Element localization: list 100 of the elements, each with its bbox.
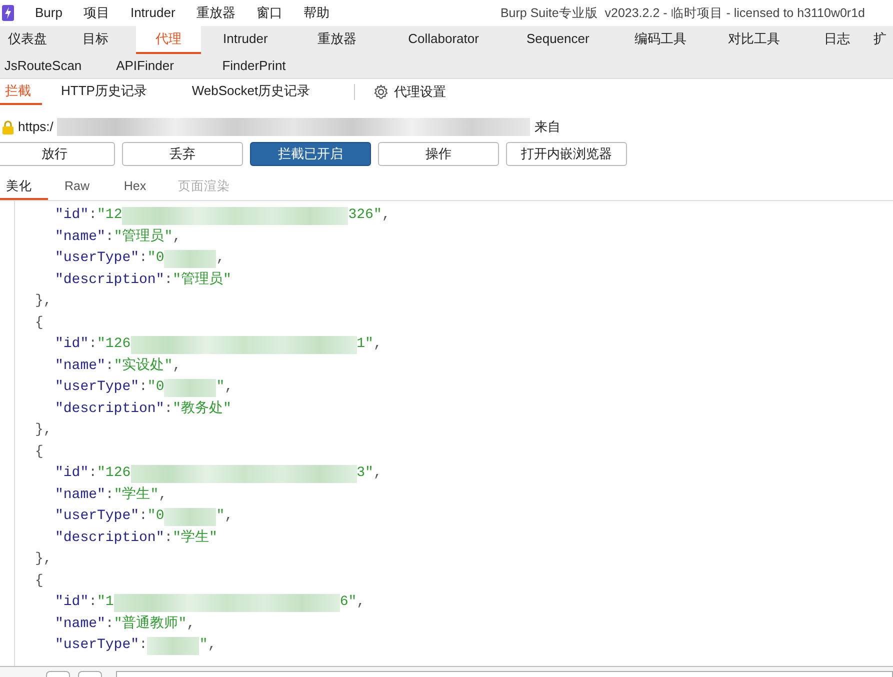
menu-item[interactable]: 帮助 bbox=[303, 3, 330, 23]
json-value: "12 bbox=[97, 206, 122, 225]
tab[interactable]: APIFinder bbox=[86, 54, 204, 78]
punctuation: : bbox=[164, 270, 173, 290]
tab[interactable]: 目标 bbox=[55, 26, 136, 54]
menu-item[interactable]: 窗口 bbox=[256, 3, 282, 23]
json-value: " bbox=[216, 378, 225, 397]
json-key: "name" bbox=[55, 484, 106, 506]
punctuation: : bbox=[164, 528, 173, 548]
punctuation: , bbox=[172, 228, 182, 246]
json-value: "1 bbox=[97, 593, 114, 612]
json-key: "name" bbox=[55, 614, 106, 635]
nav-button[interactable] bbox=[78, 671, 102, 677]
action-button[interactable]: 打开内嵌浏览器 bbox=[506, 142, 627, 166]
tab[interactable]: 美化 bbox=[0, 175, 48, 200]
punctuation: , bbox=[208, 636, 216, 655]
punctuation: : bbox=[139, 507, 148, 526]
json-key: "id" bbox=[55, 205, 89, 226]
json-value: "126 bbox=[97, 464, 131, 483]
redaction-blur bbox=[164, 250, 216, 268]
redaction-blur bbox=[164, 508, 216, 526]
tab[interactable]: Intruder bbox=[201, 26, 290, 54]
punctuation: , bbox=[172, 356, 182, 376]
punctuation: : bbox=[139, 249, 148, 268]
json-value: " bbox=[216, 507, 225, 526]
url-text: https:/ bbox=[18, 118, 54, 136]
json-value: "0 bbox=[147, 378, 164, 397]
punctuation: }, bbox=[35, 292, 52, 311]
action-button[interactable]: 操作 bbox=[378, 142, 499, 166]
search-field[interactable] bbox=[116, 671, 893, 677]
settings-icon bbox=[373, 84, 389, 100]
punctuation: : bbox=[88, 593, 98, 612]
tab[interactable]: 拦截 bbox=[0, 79, 42, 105]
json-value: "教务处" bbox=[172, 400, 232, 418]
tab[interactable]: JsRouteScan bbox=[0, 54, 86, 78]
json-key: "id" bbox=[55, 334, 89, 356]
json-key: "name" bbox=[55, 356, 106, 377]
json-key: "userType" bbox=[55, 377, 140, 398]
menu-item[interactable]: Intruder bbox=[130, 3, 176, 23]
punctuation: { bbox=[35, 314, 44, 332]
action-button[interactable]: 放行 bbox=[0, 142, 115, 166]
tab[interactable]: 仪表盘 bbox=[0, 26, 56, 54]
tab[interactable]: FinderPrint bbox=[204, 54, 304, 78]
punctuation: : bbox=[164, 400, 173, 418]
punctuation: , bbox=[224, 378, 234, 397]
tab[interactable]: Raw bbox=[48, 175, 106, 200]
redaction-blur bbox=[164, 378, 216, 397]
tab[interactable]: 重放器 bbox=[290, 26, 384, 54]
punctuation: : bbox=[105, 356, 114, 376]
tab[interactable]: Collaborator bbox=[384, 26, 503, 54]
punctuation: , bbox=[186, 614, 196, 634]
json-key: "id" bbox=[55, 463, 89, 484]
redaction-blur bbox=[147, 636, 200, 655]
json-key: "name" bbox=[55, 226, 106, 248]
action-button[interactable]: 丢弃 bbox=[122, 142, 243, 166]
json-value: 3" bbox=[356, 464, 374, 483]
tab[interactable]: 扩 bbox=[873, 26, 893, 54]
json-key: "description" bbox=[55, 528, 164, 549]
json-value: "126 bbox=[97, 335, 131, 354]
nav-button[interactable] bbox=[46, 671, 70, 677]
json-value: 6" bbox=[340, 593, 357, 612]
window-title: Burp Suite专业版 v2023.2.2 - 临时项目 - licensed to h3110w0r1d bbox=[500, 4, 865, 22]
action-button[interactable]: 拦截已开启 bbox=[250, 142, 371, 166]
json-key: "userType" bbox=[55, 635, 140, 656]
punctuation: , bbox=[158, 486, 168, 504]
url-text: 来自 bbox=[534, 118, 560, 136]
json-value: "管理员" bbox=[172, 270, 232, 290]
punctuation: , bbox=[356, 593, 366, 612]
json-key: "description" bbox=[55, 398, 164, 420]
tab[interactable]: 代理 bbox=[136, 26, 202, 54]
json-key: "userType" bbox=[55, 506, 140, 528]
tab[interactable]: Hex bbox=[106, 175, 164, 200]
json-value: "实设处" bbox=[114, 356, 173, 376]
json-key: "description" bbox=[55, 270, 164, 291]
menu-item[interactable]: 项目 bbox=[83, 3, 110, 23]
menu-item[interactable]: Burp bbox=[35, 3, 62, 23]
punctuation: { bbox=[35, 442, 44, 462]
punctuation: , bbox=[373, 464, 382, 483]
json-value: "普通教师" bbox=[114, 614, 187, 634]
menu-item[interactable]: 重放器 bbox=[196, 3, 236, 23]
punctuation: }, bbox=[35, 550, 52, 569]
json-value: " bbox=[199, 636, 208, 655]
punctuation: }, bbox=[35, 421, 52, 440]
punctuation: { bbox=[35, 572, 44, 590]
tab[interactable]: HTTP历史记录 bbox=[42, 79, 166, 105]
punctuation: : bbox=[105, 486, 114, 504]
json-value: 1" bbox=[356, 335, 374, 354]
punctuation: : bbox=[139, 636, 148, 655]
punctuation: : bbox=[139, 378, 148, 397]
punctuation: , bbox=[224, 507, 234, 526]
tab[interactable]: 对比工具 bbox=[708, 26, 800, 54]
json-value: 326" bbox=[348, 206, 382, 225]
proxy-settings-button[interactable]: 代理设置 bbox=[373, 79, 446, 105]
punctuation: , bbox=[382, 206, 390, 225]
json-value: "学生" bbox=[172, 528, 218, 548]
tab[interactable]: 编码工具 bbox=[613, 26, 708, 54]
tab[interactable]: Sequencer bbox=[502, 26, 614, 54]
json-value: "管理员" bbox=[114, 228, 173, 246]
tab[interactable]: WebSocket历史记录 bbox=[166, 79, 336, 105]
tab[interactable]: 日志 bbox=[800, 26, 874, 54]
